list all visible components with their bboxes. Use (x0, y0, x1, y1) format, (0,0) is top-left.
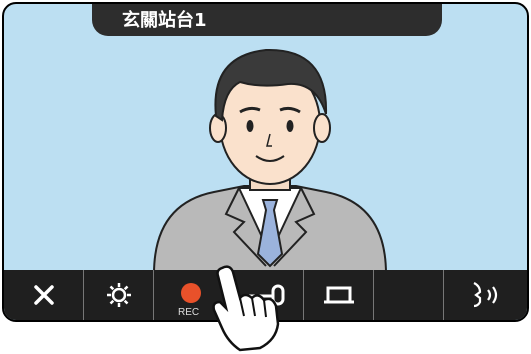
pointing-hand-icon (212, 265, 280, 352)
switch-icon (323, 286, 354, 304)
settings-button[interactable] (84, 270, 154, 320)
gear-icon (106, 283, 131, 307)
option-button[interactable] (304, 270, 374, 320)
entrance-station-title: 玄關站台1 (92, 4, 442, 36)
speaker-talk-icon (472, 282, 497, 308)
blank-button[interactable] (374, 270, 444, 320)
record-label: REC (178, 307, 200, 318)
close-icon (33, 285, 54, 305)
close-button[interactable] (4, 270, 84, 320)
talk-button[interactable] (444, 270, 527, 320)
